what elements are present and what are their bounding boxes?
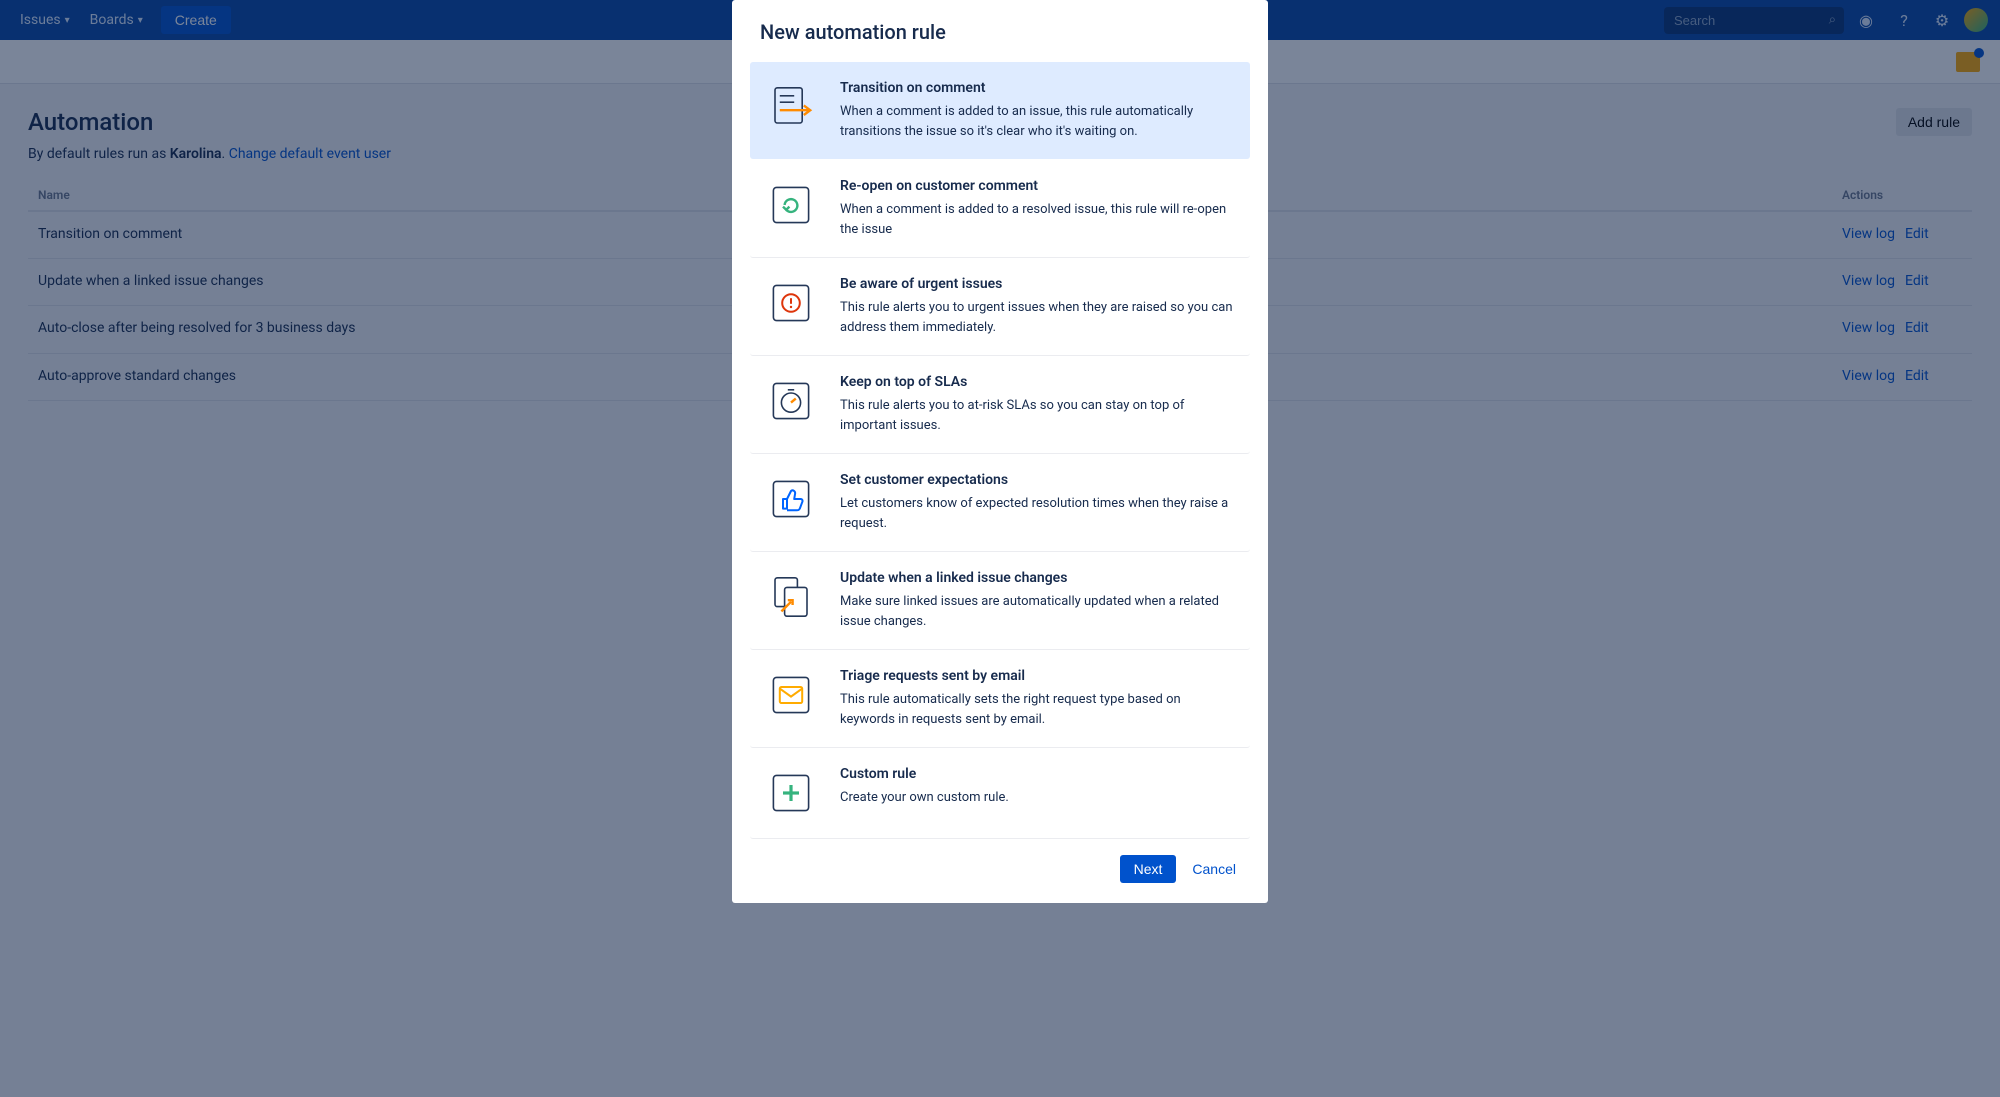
template-title: Set customer expectations — [840, 472, 1236, 488]
template-title: Keep on top of SLAs — [840, 374, 1236, 390]
modal-body: Transition on comment When a comment is … — [732, 58, 1268, 839]
template-desc: Create your own custom rule. — [840, 788, 1009, 808]
template-urgent-issues[interactable]: Be aware of urgent issues This rule aler… — [750, 258, 1250, 356]
modal-overlay: New automation rule Transition on commen… — [0, 0, 2000, 1097]
template-sla[interactable]: Keep on top of SLAs This rule alerts you… — [750, 356, 1250, 454]
template-title: Update when a linked issue changes — [840, 570, 1236, 586]
template-title: Re-open on customer comment — [840, 178, 1236, 194]
template-title: Transition on comment — [840, 80, 1236, 96]
template-desc: Make sure linked issues are automaticall… — [840, 592, 1236, 631]
stopwatch-icon — [764, 374, 818, 428]
template-custom-rule[interactable]: Custom rule Create your own custom rule. — [750, 748, 1250, 839]
documents-sync-icon — [764, 570, 818, 624]
template-linked-issue[interactable]: Update when a linked issue changes Make … — [750, 552, 1250, 650]
modal-title: New automation rule — [732, 0, 1268, 58]
email-icon — [764, 668, 818, 722]
template-desc: When a comment is added to a resolved is… — [840, 200, 1236, 239]
template-title: Custom rule — [840, 766, 1009, 782]
template-desc: This rule alerts you to at-risk SLAs so … — [840, 396, 1236, 435]
new-rule-modal: New automation rule Transition on commen… — [732, 0, 1268, 903]
document-arrow-icon — [764, 80, 818, 134]
template-desc: When a comment is added to an issue, thi… — [840, 102, 1236, 141]
template-transition-on-comment[interactable]: Transition on comment When a comment is … — [750, 62, 1250, 159]
alert-icon — [764, 276, 818, 330]
template-triage-email[interactable]: Triage requests sent by email This rule … — [750, 650, 1250, 748]
refresh-icon — [764, 178, 818, 232]
template-reopen-customer-comment[interactable]: Re-open on customer comment When a comme… — [750, 160, 1250, 258]
template-desc: This rule automatically sets the right r… — [840, 690, 1236, 729]
cancel-button[interactable]: Cancel — [1182, 855, 1246, 883]
template-desc: Let customers know of expected resolutio… — [840, 494, 1236, 533]
modal-footer: Next Cancel — [732, 839, 1268, 903]
template-desc: This rule alerts you to urgent issues wh… — [840, 298, 1236, 337]
template-customer-expectations[interactable]: Set customer expectations Let customers … — [750, 454, 1250, 552]
template-title: Be aware of urgent issues — [840, 276, 1236, 292]
template-title: Triage requests sent by email — [840, 668, 1236, 684]
next-button[interactable]: Next — [1120, 855, 1177, 883]
thumbs-up-icon — [764, 472, 818, 526]
plus-icon — [764, 766, 818, 820]
